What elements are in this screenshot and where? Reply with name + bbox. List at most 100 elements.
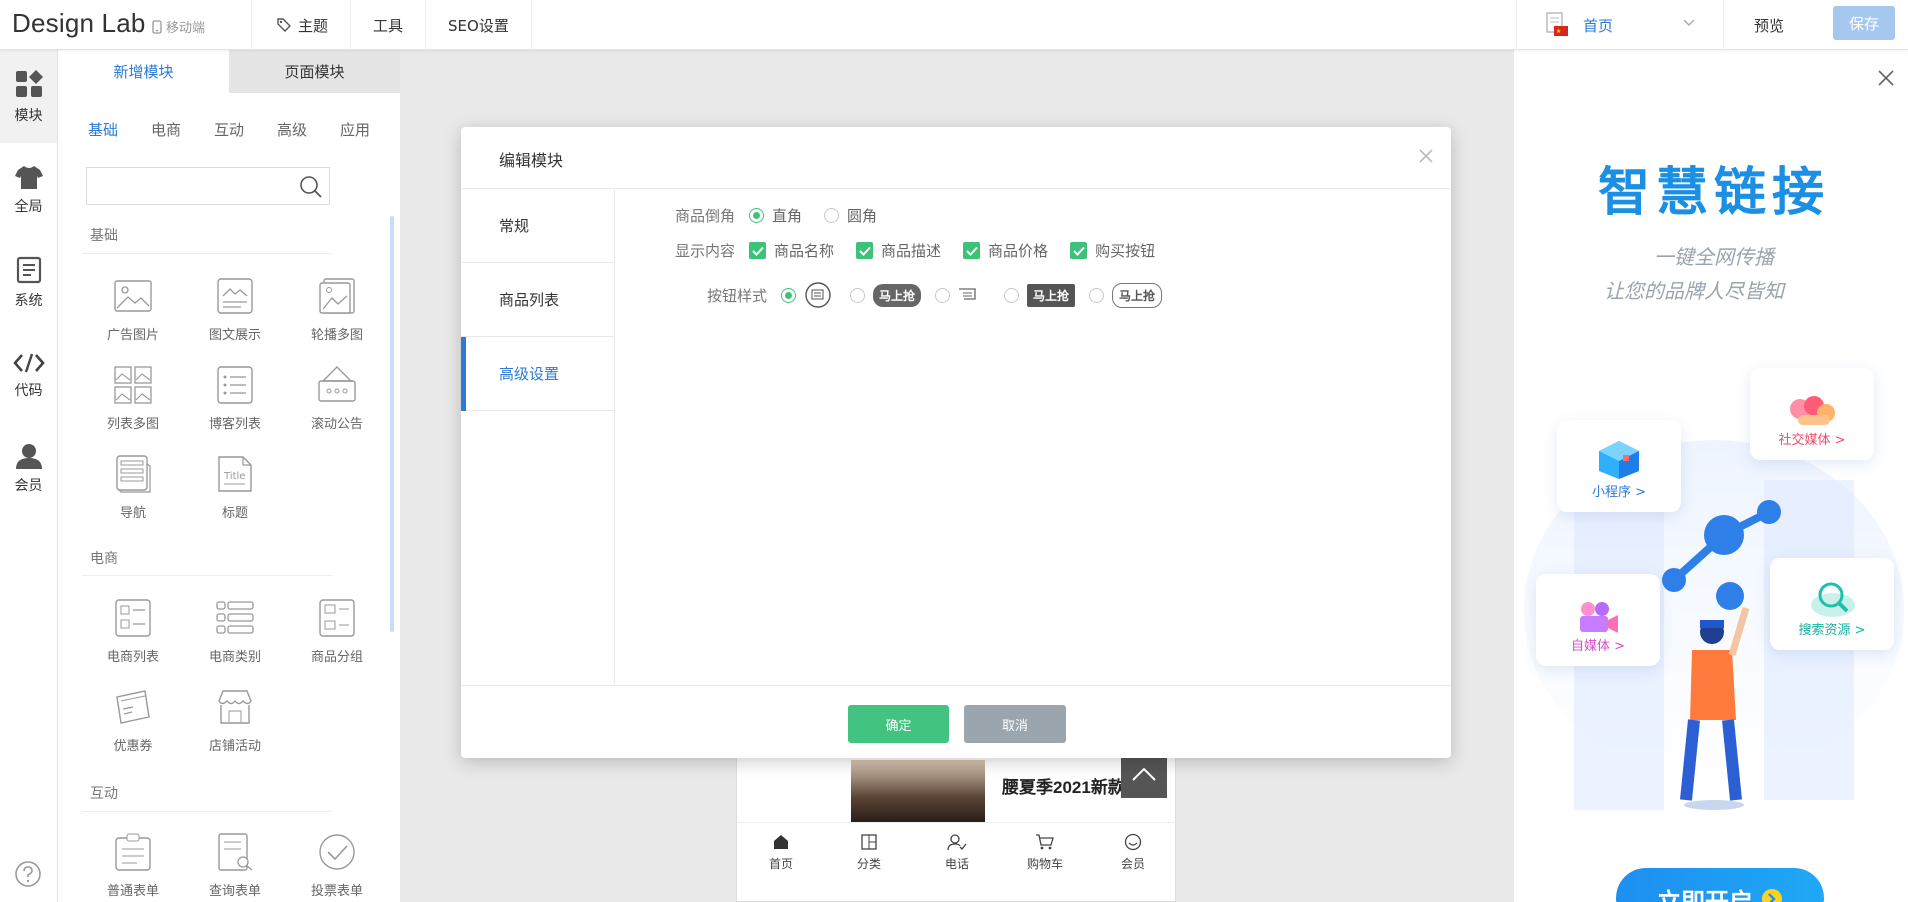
show-desc-option[interactable]: 商品描述 (856, 240, 941, 261)
nav-tools[interactable]: 工具 (351, 0, 427, 50)
preview-button[interactable]: 预览 (1754, 15, 1784, 36)
page-select[interactable]: ★ 首页 (1516, 0, 1724, 50)
cat-interact[interactable]: 互动 (214, 119, 244, 140)
cat-ecommerce[interactable]: 电商 (151, 119, 181, 140)
module-product-group[interactable]: 商品分组 (292, 598, 382, 665)
ad-start-button[interactable]: 立即开启 (1616, 868, 1824, 902)
phone-nav-cart[interactable]: 购物车 (1001, 823, 1089, 882)
module-coupon[interactable]: 优惠券 (88, 687, 178, 754)
option-label: 商品描述 (881, 242, 942, 260)
rail-global[interactable]: 全局 (0, 143, 57, 236)
ad-subtitle: 一键全网传播 让您的品牌人尽皆知 (1604, 240, 1784, 308)
confirm-button[interactable]: 确定 (848, 705, 949, 743)
ad-start-label: 立即开启 (1657, 888, 1753, 902)
mobile-toggle[interactable]: 移动端 (152, 17, 205, 36)
help-icon[interactable] (14, 860, 42, 888)
module-ad-image[interactable]: 广告图片 (88, 276, 178, 343)
module-title[interactable]: Title 标题 (190, 454, 280, 521)
rail-member[interactable]: 会员 (0, 422, 57, 515)
ad-card-mini-program[interactable]: 小程序 > (1557, 420, 1681, 512)
module-search-input[interactable] (86, 167, 330, 205)
phone-nav-category[interactable]: 分类 (825, 823, 913, 882)
rail-system[interactable]: 系统 (0, 236, 57, 329)
cat-apps[interactable]: 应用 (340, 119, 370, 140)
close-icon[interactable] (1876, 68, 1896, 88)
module-navigation[interactable]: 导航 (88, 454, 178, 521)
cancel-button[interactable]: 取消 (964, 705, 1066, 743)
rail-global-label: 全局 (14, 198, 43, 215)
ad-card-search[interactable]: 搜索资源 > (1770, 558, 1894, 650)
corner-square-option[interactable]: 直角 (749, 205, 802, 226)
nav-seo[interactable]: SEO设置 (426, 0, 532, 50)
module-blog-list[interactable]: 博客列表 (190, 365, 280, 432)
show-price-option[interactable]: 商品价格 (963, 240, 1048, 261)
module-carousel[interactable]: 轮播多图 (292, 276, 382, 343)
phone-nav-home[interactable]: 首页 (737, 823, 825, 882)
search-icon[interactable] (299, 175, 323, 199)
cart-circle-icon (805, 282, 831, 308)
tab-advanced[interactable]: 高级设置 (461, 337, 614, 411)
module-normal-form[interactable]: 普通表单 (88, 832, 178, 899)
tab-add-module[interactable]: 新增模块 (58, 50, 229, 93)
button-style-4[interactable]: 马上抢 (1004, 283, 1076, 307)
cat-basic[interactable]: 基础 (88, 119, 118, 140)
rail-module[interactable]: 模块 (0, 50, 57, 143)
corner-round-option[interactable]: 圆角 (824, 205, 877, 226)
rail-code[interactable]: 代码 (0, 329, 57, 422)
collapse-button[interactable] (1121, 756, 1167, 798)
radio[interactable] (935, 287, 951, 303)
ad-card-social[interactable]: 社交媒体 > (1750, 368, 1874, 460)
checkbox-checked[interactable] (749, 242, 767, 259)
phone-nav-label: 分类 (856, 857, 881, 871)
save-button[interactable]: 保存 (1833, 6, 1895, 40)
show-buy-button-option[interactable]: 购买按钮 (1070, 240, 1155, 261)
module-store-activity[interactable]: 店铺活动 (190, 687, 280, 754)
rail-system-label: 系统 (14, 292, 43, 309)
button-style-2[interactable]: 马上抢 (850, 283, 922, 307)
radio[interactable] (850, 287, 866, 303)
phone-nav-call[interactable]: 电话 (913, 823, 1001, 882)
radio[interactable] (1004, 287, 1020, 303)
store-icon (218, 690, 252, 724)
tab-product-list[interactable]: 商品列表 (461, 263, 614, 337)
module-image-text[interactable]: 图文展示 (190, 276, 280, 343)
checkbox-checked[interactable] (1070, 242, 1088, 259)
module-label: 优惠券 (113, 739, 153, 754)
button-style-3[interactable] (935, 287, 978, 303)
ad-card-self-media[interactable]: 自媒体 > (1536, 574, 1660, 666)
show-name-option[interactable]: 商品名称 (749, 240, 834, 261)
tab-page-module[interactable]: 页面模块 (229, 50, 400, 93)
document-icon (16, 256, 41, 283)
user-icon (15, 443, 42, 469)
button-style-1[interactable] (781, 281, 832, 309)
module-label: 博客列表 (208, 417, 261, 432)
module-query-form[interactable]: 查询表单 (190, 832, 280, 899)
module-list-images[interactable]: 列表多图 (88, 365, 178, 432)
module-vote-form[interactable]: 投票表单 (292, 832, 382, 899)
checkbox-checked[interactable] (856, 242, 874, 259)
phone-preview: 腰夏季2021新款 首页 分类 电话 购物车 会员 (736, 755, 1177, 902)
module-ecom-list[interactable]: 电商列表 (88, 598, 178, 665)
module-marquee[interactable]: 滚动公告 (292, 365, 382, 432)
module-ecom-category[interactable]: 电商类别 (190, 598, 280, 665)
phone-nav-label: 购物车 (1026, 857, 1063, 871)
close-icon[interactable] (1417, 147, 1435, 165)
svg-text:Title: Title (223, 471, 245, 482)
radio-selected[interactable] (749, 208, 765, 223)
product-group-icon (319, 599, 355, 637)
module-label: 店铺活动 (208, 739, 261, 754)
cart-small-icon (959, 288, 976, 300)
checkbox-checked[interactable] (963, 242, 981, 259)
nav-theme[interactable]: 主题 (252, 0, 352, 50)
button-style-5[interactable]: 马上抢 (1089, 282, 1163, 308)
chevron-up-icon (1132, 767, 1156, 781)
radio-selected[interactable] (781, 287, 797, 303)
dialog-tabs: 常规 商品列表 高级设置 (461, 189, 615, 685)
cat-advanced[interactable]: 高级 (277, 119, 307, 140)
radio[interactable] (824, 208, 840, 223)
tab-general[interactable]: 常规 (461, 189, 614, 263)
radio[interactable] (1089, 287, 1105, 303)
module-label: 图文展示 (208, 328, 261, 343)
phone-nav-member[interactable]: 会员 (1089, 823, 1177, 882)
panel-scrollbar[interactable] (390, 216, 394, 632)
